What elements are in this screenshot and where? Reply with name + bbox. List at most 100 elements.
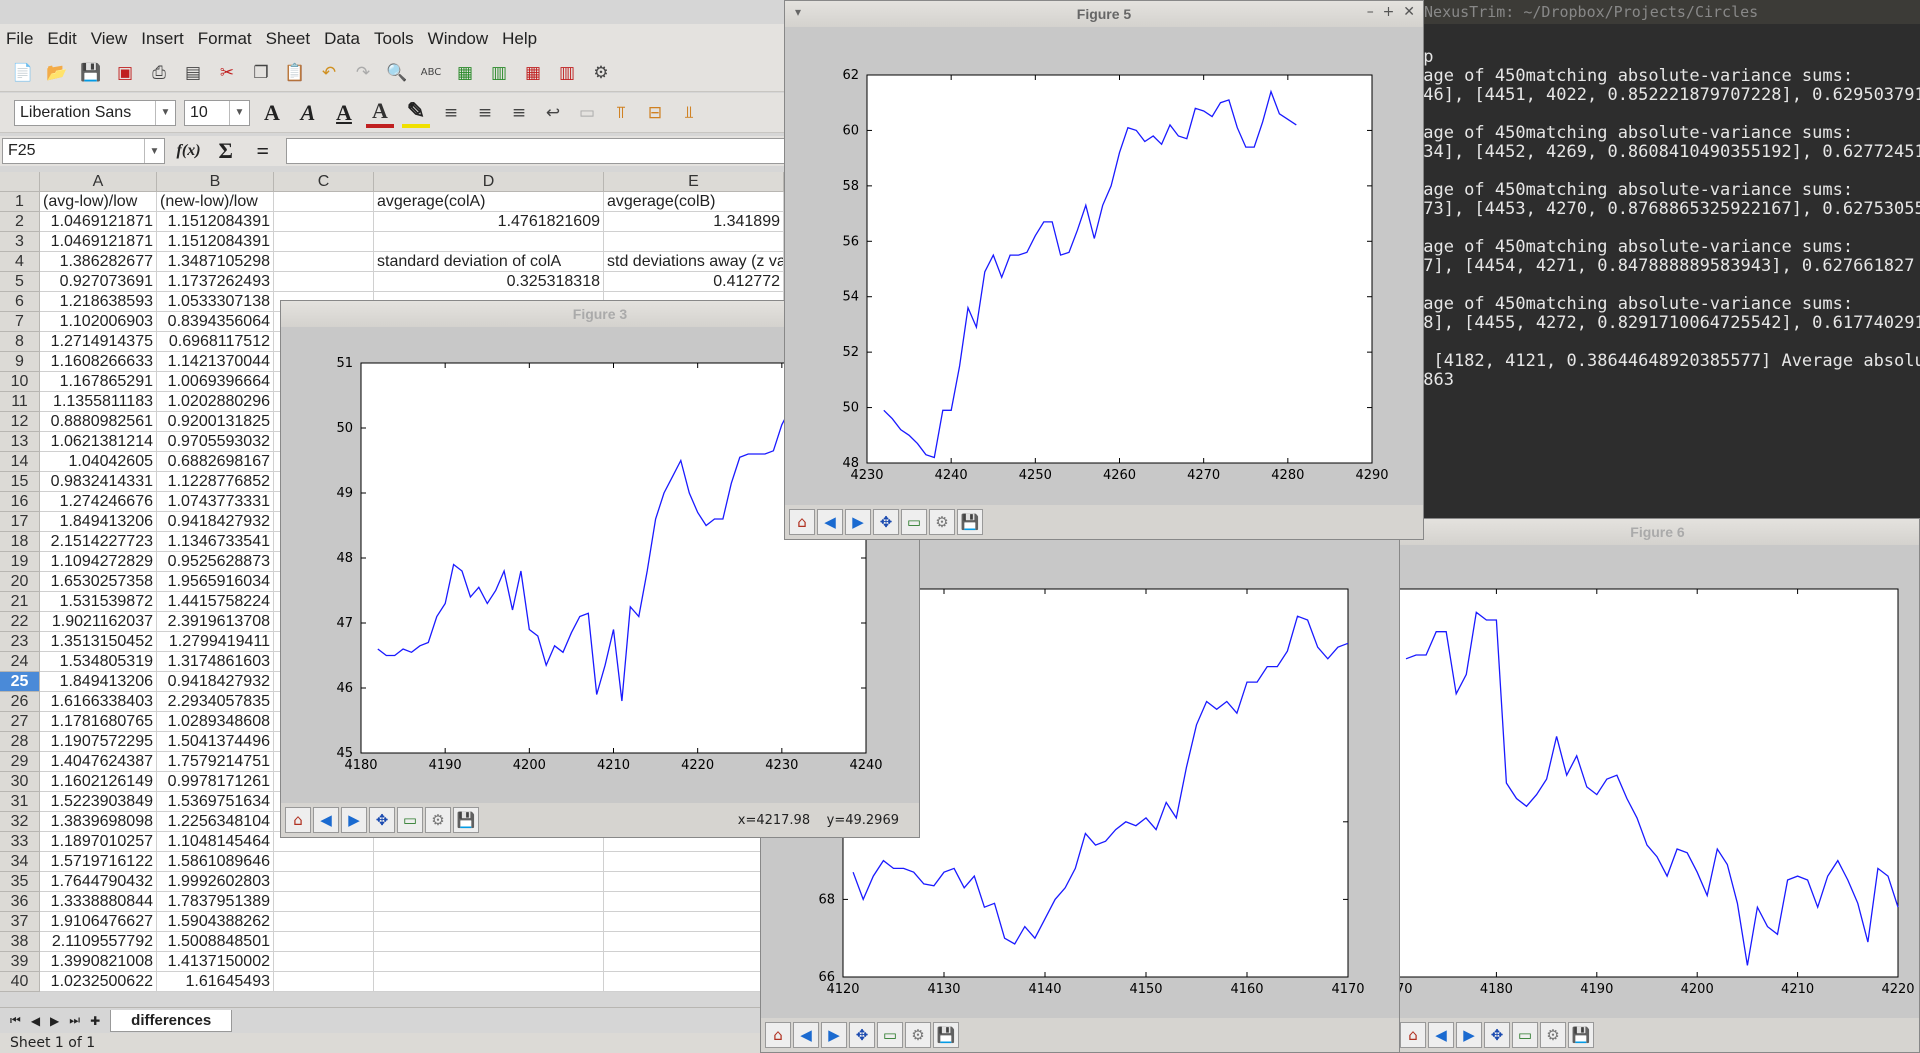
cell[interactable]: 1.7837951389 [157, 892, 274, 912]
cell[interactable]: 1.2799419411 [157, 632, 274, 652]
pan-icon[interactable]: ✥ [369, 807, 395, 833]
cell[interactable]: 1.5719716122 [40, 852, 157, 872]
cell[interactable] [274, 972, 374, 992]
cell[interactable]: 2.1514227723 [40, 532, 157, 552]
row-header[interactable]: 17 [0, 512, 40, 532]
cell[interactable] [604, 932, 784, 952]
cell[interactable]: 1.1512084391 [157, 212, 274, 232]
row-header[interactable]: 11 [0, 392, 40, 412]
cell[interactable]: 1.1602126149 [40, 772, 157, 792]
sum-icon[interactable]: Σ [212, 138, 239, 164]
pan-icon[interactable]: ✥ [1484, 1022, 1510, 1048]
cell[interactable]: 1.9565916034 [157, 572, 274, 592]
row-header[interactable]: 8 [0, 332, 40, 352]
cell[interactable]: 1.386282677 [40, 252, 157, 272]
cell[interactable]: 0.412772 [604, 272, 784, 292]
row-header[interactable]: 12 [0, 412, 40, 432]
cell[interactable]: 1.4047624387 [40, 752, 157, 772]
cell[interactable]: 1.04042605 [40, 452, 157, 472]
cell[interactable]: 1.0743773331 [157, 492, 274, 512]
delete-column-icon[interactable]: ▥ [554, 60, 580, 86]
row-header[interactable]: 36 [0, 892, 40, 912]
cell[interactable]: 1.9021162037 [40, 612, 157, 632]
toggle-extension-icon[interactable]: ⚙ [588, 60, 614, 86]
zoom-icon[interactable]: ▭ [1512, 1022, 1538, 1048]
underline-icon[interactable]: A [330, 100, 358, 126]
align-center-icon[interactable]: ≡ [472, 100, 498, 126]
row-header[interactable]: 32 [0, 812, 40, 832]
home-icon[interactable]: ⌂ [765, 1022, 791, 1048]
cell[interactable] [274, 852, 374, 872]
cell[interactable]: 1.2714914375 [40, 332, 157, 352]
cell[interactable] [374, 872, 604, 892]
align-right-icon[interactable]: ≡ [506, 100, 532, 126]
cell[interactable]: 0.9418427932 [157, 512, 274, 532]
menu-window[interactable]: Window [428, 29, 488, 49]
home-icon[interactable]: ⌂ [285, 807, 311, 833]
cell[interactable]: avgerage(colB) [604, 192, 784, 212]
row-header[interactable]: 31 [0, 792, 40, 812]
row-header[interactable]: 5 [0, 272, 40, 292]
cell[interactable]: 1.0533307138 [157, 292, 274, 312]
cell[interactable]: 0.9705593032 [157, 432, 274, 452]
cell[interactable]: 1.2256348104 [157, 812, 274, 832]
wrap-text-icon[interactable]: ↩ [540, 100, 566, 126]
figure-5-plot[interactable]: 4230 4240 4250 4260 4270 4280 4290485052545658… [785, 27, 1425, 505]
menu-sheet[interactable]: Sheet [266, 29, 310, 49]
row-header[interactable]: 16 [0, 492, 40, 512]
cell[interactable]: (new-low)/low [157, 192, 274, 212]
cell[interactable] [374, 972, 604, 992]
cell[interactable]: 0.9978171261 [157, 772, 274, 792]
cell[interactable]: 1.3513150452 [40, 632, 157, 652]
cell[interactable] [374, 932, 604, 952]
row-header[interactable]: 1 [0, 192, 40, 212]
select-all-corner[interactable] [0, 172, 40, 192]
menu-edit[interactable]: Edit [47, 29, 76, 49]
menu-file[interactable]: File [6, 29, 33, 49]
home-icon[interactable]: ⌂ [1400, 1022, 1426, 1048]
cell[interactable] [274, 872, 374, 892]
cell[interactable]: 1.218638593 [40, 292, 157, 312]
cut-icon[interactable]: ✂ [214, 60, 240, 86]
window-menu-icon[interactable]: ▾ [795, 5, 801, 19]
menu-insert[interactable]: Insert [141, 29, 184, 49]
window-controls[interactable]: – + ✕ [1367, 4, 1415, 20]
cell[interactable] [374, 232, 604, 252]
back-icon[interactable]: ◀ [817, 509, 843, 535]
forward-icon[interactable]: ▶ [845, 509, 871, 535]
zoom-icon[interactable]: ▭ [397, 807, 423, 833]
cell[interactable]: 1.5369751634 [157, 792, 274, 812]
row-header[interactable]: 24 [0, 652, 40, 672]
cell[interactable] [604, 852, 784, 872]
row-header[interactable]: 40 [0, 972, 40, 992]
row-header[interactable]: 30 [0, 772, 40, 792]
cell[interactable]: 1.4415758224 [157, 592, 274, 612]
row-header[interactable]: 21 [0, 592, 40, 612]
cell[interactable] [274, 272, 374, 292]
menu-help[interactable]: Help [502, 29, 537, 49]
zoom-icon[interactable]: ▭ [877, 1022, 903, 1048]
cell[interactable] [604, 232, 784, 252]
chevron-down-icon[interactable]: ▼ [229, 100, 249, 125]
cell[interactable]: 1.6166338403 [40, 692, 157, 712]
home-icon[interactable]: ⌂ [789, 509, 815, 535]
print-icon[interactable]: ⎙ [146, 60, 172, 86]
save-icon[interactable]: 💾 [453, 807, 479, 833]
sheet-tab-differences[interactable]: differences [110, 1009, 233, 1032]
cell[interactable] [374, 912, 604, 932]
cell[interactable]: 1.1094272829 [40, 552, 157, 572]
cell[interactable] [274, 932, 374, 952]
cell[interactable] [604, 952, 784, 972]
cell[interactable] [274, 952, 374, 972]
menu-view[interactable]: View [91, 29, 128, 49]
merge-cells-icon[interactable]: ▭ [574, 100, 600, 126]
align-middle-icon[interactable]: ⊟ [642, 100, 668, 126]
open-folder-icon[interactable]: 📂 [44, 60, 70, 86]
formula-icon[interactable]: = [249, 138, 276, 164]
cell[interactable]: 1.102006903 [40, 312, 157, 332]
cell[interactable]: 1.1228776852 [157, 472, 274, 492]
cell[interactable]: 1.9106476627 [40, 912, 157, 932]
cell[interactable]: 0.8394356064 [157, 312, 274, 332]
configure-icon[interactable]: ⚙ [929, 509, 955, 535]
cell[interactable]: 1.4137150002 [157, 952, 274, 972]
